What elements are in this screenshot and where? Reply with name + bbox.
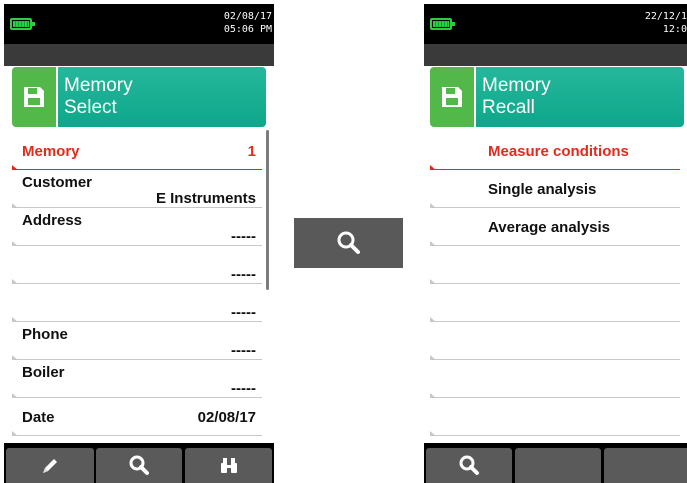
recall-option-list: Measure conditions Single analysis Avera… — [430, 132, 680, 436]
row-label: Customer — [22, 174, 93, 191]
empty-row — [430, 322, 680, 360]
search-icon — [337, 231, 360, 254]
edit-icon — [43, 458, 57, 473]
softkey-empty-3[interactable] — [604, 448, 687, 483]
row-memory[interactable]: Memory 1 — [12, 132, 262, 170]
option-label: Average analysis — [488, 219, 611, 236]
row-boiler[interactable]: Boiler ----- — [12, 360, 262, 398]
softkey-edit[interactable] — [6, 448, 94, 483]
row-label: Phone — [22, 326, 68, 343]
row-label: Date — [22, 409, 55, 426]
softkey-search[interactable] — [96, 448, 182, 483]
row-value: ----- — [231, 380, 256, 397]
row-value: ----- — [231, 266, 256, 283]
empty-row — [430, 398, 680, 436]
scrollbar[interactable] — [266, 130, 269, 290]
page-title: Memory Select — [58, 67, 266, 127]
row-label: Address — [22, 212, 83, 229]
row-address-3[interactable]: ----- — [12, 284, 262, 322]
status-date: 02/08/17 — [223, 11, 272, 22]
battery-icon — [10, 18, 35, 30]
row-address-2[interactable]: ----- — [12, 246, 262, 284]
softkey-search[interactable] — [426, 448, 512, 483]
row-value: ----- — [231, 228, 256, 245]
binoculars-icon — [220, 457, 237, 473]
row-date[interactable]: Date 02/08/17 — [12, 398, 262, 436]
option-single-analysis[interactable]: Single analysis — [430, 170, 680, 208]
status-time: 12:05 — [662, 24, 687, 35]
search-icon — [129, 455, 149, 475]
datetime: 22/12/15 12:05 — [645, 10, 687, 36]
header-band — [4, 44, 274, 66]
page-title-box: Memory Select — [12, 67, 266, 127]
row-label: Boiler — [22, 364, 65, 381]
status-date: 22/12/15 — [644, 11, 687, 22]
row-value: ----- — [231, 304, 256, 321]
softkey-empty-2[interactable] — [515, 448, 601, 483]
row-address[interactable]: Address ----- — [12, 208, 262, 246]
option-label: Single analysis — [488, 181, 597, 198]
page-title: Memory Recall — [476, 67, 684, 127]
row-customer[interactable]: Customer E Instruments — [12, 170, 262, 208]
save-icon — [430, 67, 474, 127]
search-icon — [459, 455, 479, 475]
status-bar: 22/12/15 12:05 — [424, 4, 687, 44]
title-line-1: Memory — [64, 75, 133, 96]
empty-row — [430, 246, 680, 284]
memory-field-list: Memory 1 Customer E Instruments Address … — [12, 132, 262, 436]
battery-icon — [430, 18, 455, 30]
option-average-analysis[interactable]: Average analysis — [430, 208, 680, 246]
softkey-bar — [424, 443, 687, 483]
empty-row — [430, 284, 680, 322]
memory-select-screen: 02/08/17 05:06 PM Memory Select Memory 1… — [4, 4, 274, 483]
row-value: 02/08/17 — [197, 409, 256, 426]
title-line-1: Memory — [482, 75, 551, 96]
row-value: ----- — [231, 342, 256, 359]
title-line-2: Recall — [482, 97, 535, 118]
softkey-binoculars[interactable] — [185, 448, 272, 483]
row-value: 1 — [247, 143, 256, 160]
save-icon — [12, 67, 56, 127]
row-phone[interactable]: Phone ----- — [12, 322, 262, 360]
header-band — [424, 44, 687, 66]
row-label: Memory — [22, 143, 80, 160]
status-bar: 02/08/17 05:06 PM — [4, 4, 274, 44]
status-time: 05:06 PM — [223, 24, 272, 35]
datetime: 02/08/17 05:06 PM — [224, 10, 272, 36]
option-label: Measure conditions — [488, 143, 629, 160]
row-value: E Instruments — [155, 190, 256, 207]
softkey-bar — [4, 443, 274, 483]
title-line-2: Select — [64, 97, 117, 118]
empty-row — [430, 360, 680, 398]
search-key-button[interactable] — [294, 218, 403, 268]
page-title-box: Memory Recall — [430, 67, 684, 127]
memory-recall-screen: 22/12/15 12:05 Memory Recall Measure con… — [424, 4, 687, 483]
option-measure-conditions[interactable]: Measure conditions — [430, 132, 680, 170]
